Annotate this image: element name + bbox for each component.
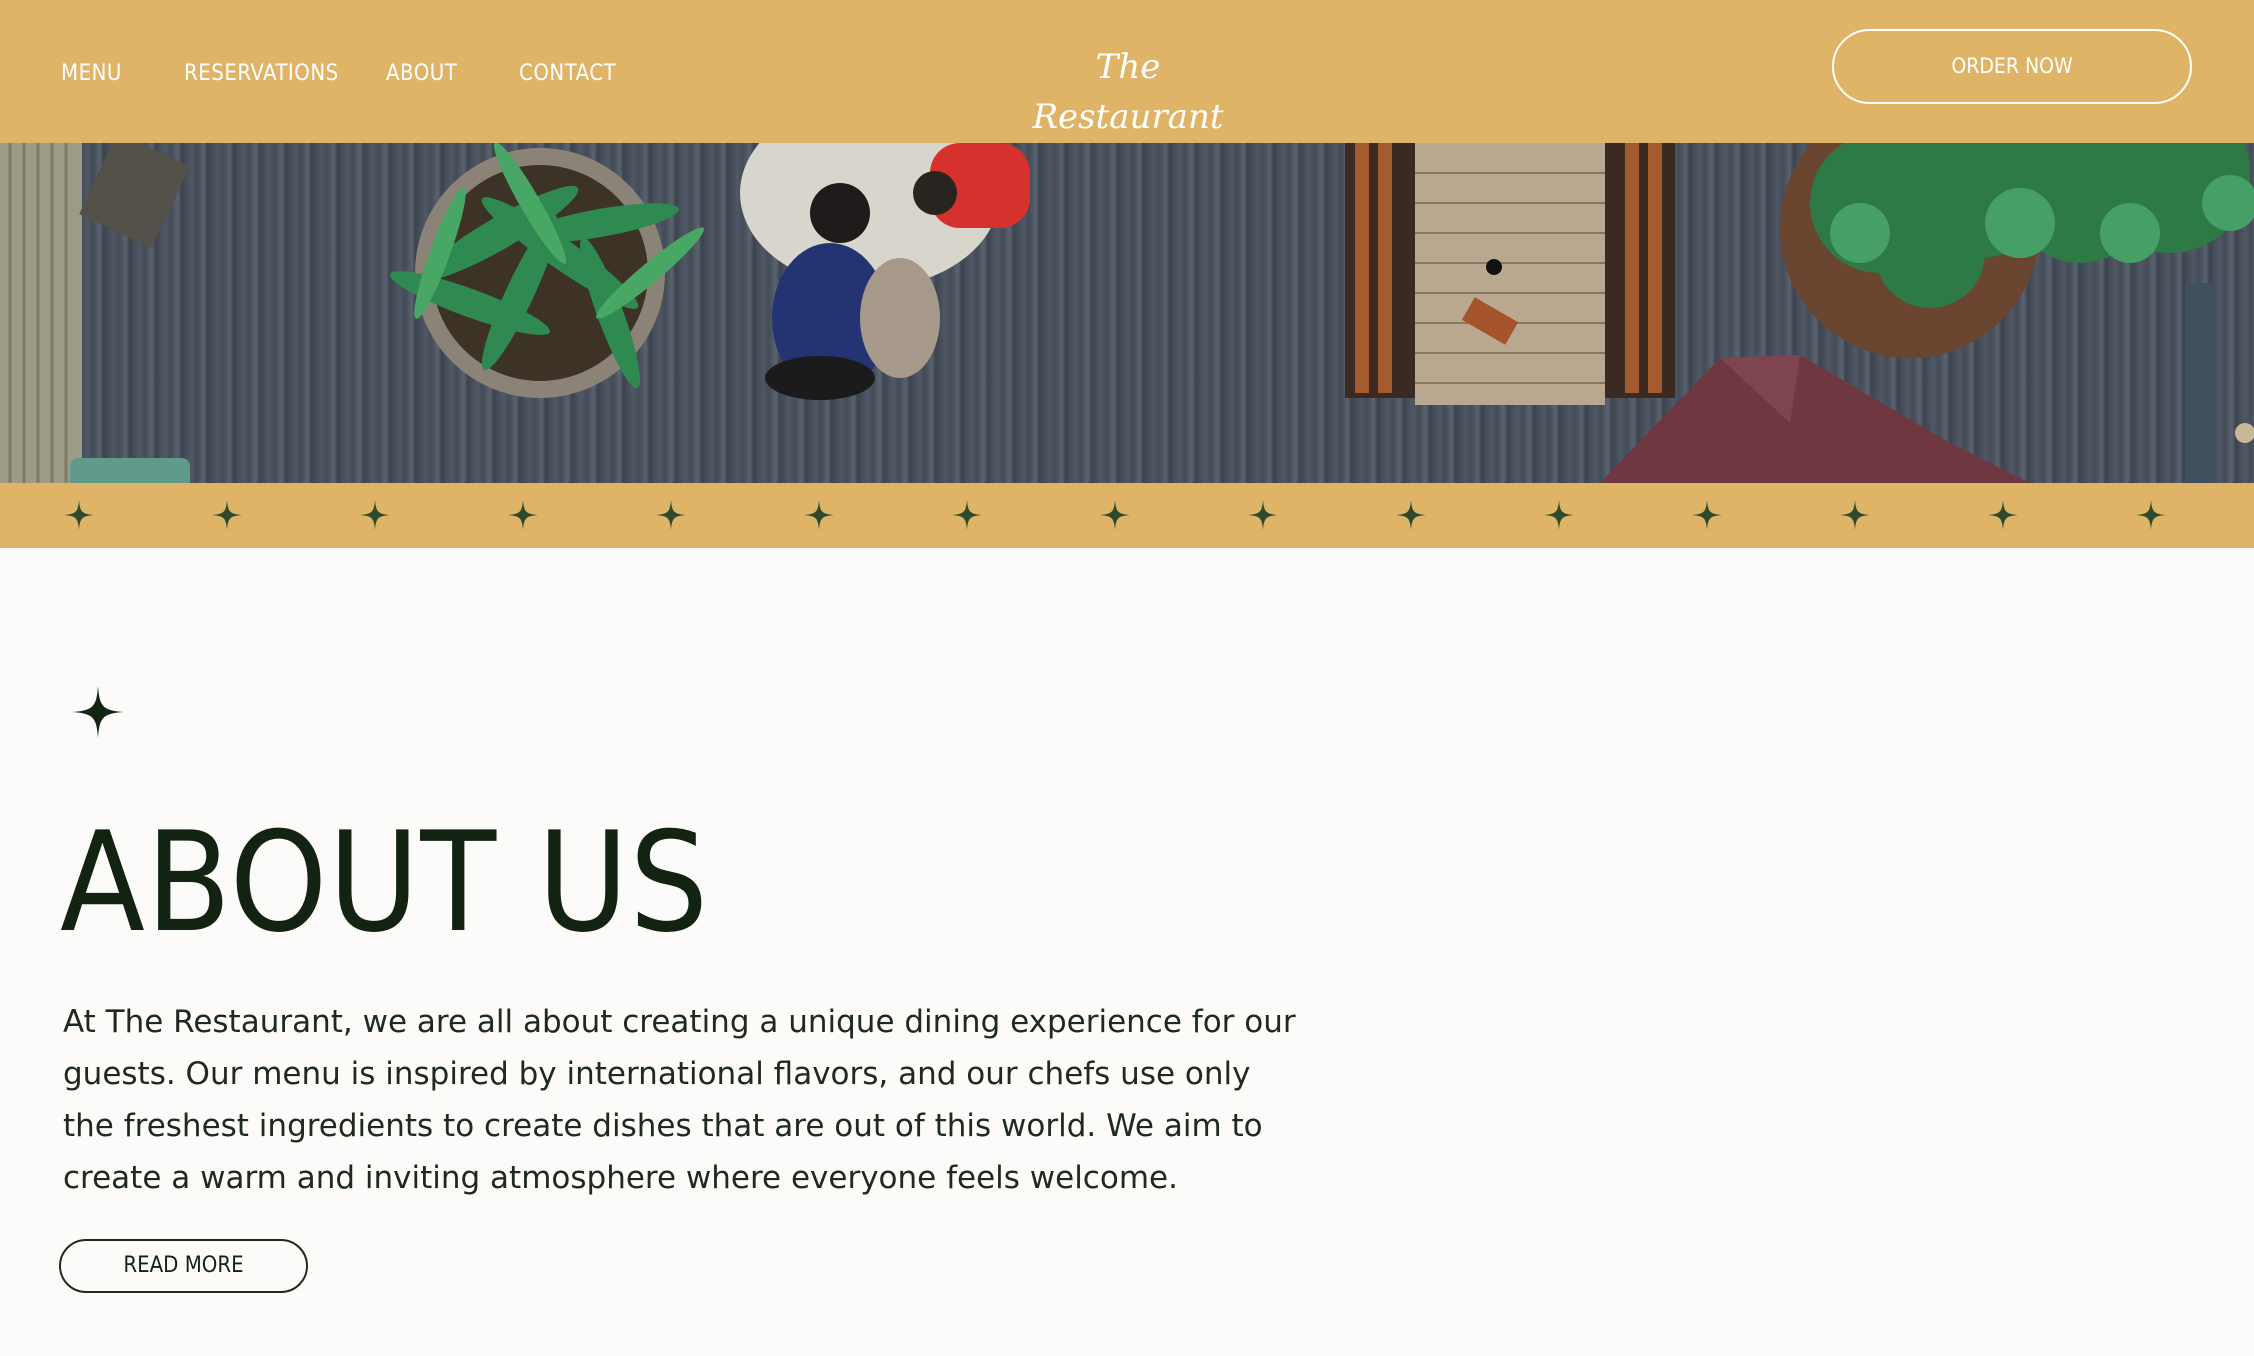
brand-logo[interactable]: The Restaurant [1000, 42, 1256, 137]
four-point-star-icon [64, 500, 94, 530]
four-point-star-icon [1248, 500, 1278, 530]
four-point-star-icon [1396, 500, 1426, 530]
nav-contact[interactable]: CONTACT [519, 59, 616, 89]
four-point-star-icon [72, 686, 124, 738]
decorative-star-band [0, 483, 2254, 548]
about-title: ABOUT US [60, 802, 710, 963]
four-point-star-icon [508, 500, 538, 530]
nav-about[interactable]: ABOUT [386, 59, 457, 89]
four-point-star-icon [804, 500, 834, 530]
four-point-star-icon [2136, 500, 2166, 530]
four-point-star-icon [1840, 500, 1870, 530]
star-row [64, 500, 2166, 530]
four-point-star-icon [1100, 500, 1130, 530]
four-point-star-icon [952, 500, 982, 530]
nav-menu[interactable]: MENU [61, 59, 122, 89]
four-point-star-icon [360, 500, 390, 530]
four-point-star-icon [1988, 500, 2018, 530]
four-point-star-icon [656, 500, 686, 530]
four-point-star-icon [1544, 500, 1574, 530]
about-description: At The Restaurant, we are all about crea… [63, 1004, 1296, 1196]
four-point-star-icon [1692, 500, 1722, 530]
nav-reservations[interactable]: RESERVATIONS [184, 59, 339, 89]
read-more-button[interactable]: READ MORE [59, 1239, 308, 1293]
order-now-button[interactable]: ORDER NOW [1832, 29, 2192, 104]
four-point-star-icon [212, 500, 242, 530]
hero-image [0, 143, 2254, 483]
patio-photo [0, 143, 2254, 483]
site-header: MENU RESERVATIONS ABOUT CONTACT The Rest… [0, 0, 2254, 143]
